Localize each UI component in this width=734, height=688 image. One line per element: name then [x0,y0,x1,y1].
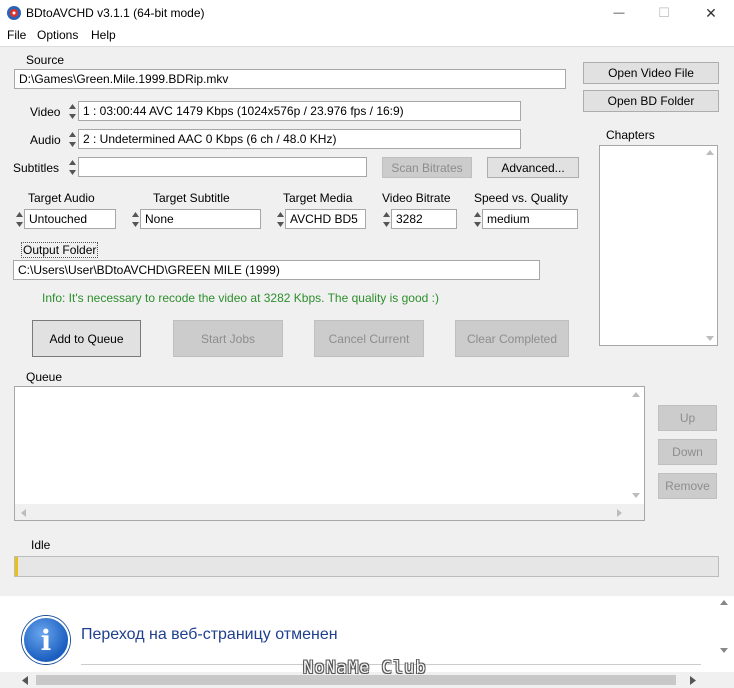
spin-up-icon [474,211,481,217]
spin-up-icon [69,159,76,165]
add-to-queue-button[interactable]: Add to Queue [32,320,141,357]
target-media-field[interactable]: AVCHD BD5 [285,209,366,229]
maximize-icon: ☐ [658,5,670,20]
menu-file[interactable]: File [7,28,26,42]
target-media-label: Target Media [283,191,353,205]
queue-remove-button[interactable]: Remove [658,473,717,499]
audio-track-spinner[interactable] [68,129,77,149]
scroll-down-icon[interactable] [706,336,714,341]
spin-down-icon [16,221,23,227]
target-subtitle-field[interactable]: None [140,209,261,229]
video-label: Video [30,105,61,119]
open-bd-folder-button[interactable]: Open BD Folder [583,90,719,112]
spin-down-icon [474,221,481,227]
video-track-spinner[interactable] [68,101,77,121]
speed-quality-field[interactable]: medium [482,209,578,229]
maximize-button[interactable]: ☐ [641,0,687,26]
app-icon [7,6,21,20]
target-audio-label: Target Audio [28,191,95,205]
chapters-label: Chapters [606,128,655,142]
video-bitrate-label: Video Bitrate [382,191,451,205]
spin-down-icon [69,169,76,175]
video-track-field[interactable]: 1 : 03:00:44 AVC 1479 Kbps (1024x576p / … [78,101,521,121]
menu-options[interactable]: Options [37,28,78,42]
spin-up-icon [69,103,76,109]
status-text: Idle [31,538,51,552]
subtitles-label: Subtitles [13,161,60,175]
output-folder-input[interactable]: C:\Users\User\BDtoAVCHD\GREEN MILE (1999… [13,260,540,280]
progress-bar [14,556,719,577]
clear-completed-button[interactable]: Clear Completed [455,320,569,357]
scan-bitrates-button[interactable]: Scan Bitrates [382,157,472,178]
scroll-down-icon[interactable] [632,493,640,498]
horizontal-scrollbar[interactable] [15,504,644,520]
target-audio-field[interactable]: Untouched [24,209,116,229]
spin-up-icon [383,211,390,217]
spin-down-icon [69,141,76,147]
scroll-left-icon[interactable] [21,509,26,517]
queue-down-button[interactable]: Down [658,439,717,465]
scroll-up-icon[interactable] [632,392,640,397]
minimize-button[interactable]: — [596,0,642,26]
audio-track-field[interactable]: 2 : Undetermined AAC 0 Kbps (6 ch / 48.0… [78,129,521,149]
spin-down-icon [383,221,390,227]
info-icon-glyph: i [40,623,52,657]
subtitles-field[interactable] [78,157,367,177]
scroll-up-icon[interactable] [720,600,728,605]
video-bitrate-field[interactable]: 3282 [391,209,457,229]
scroll-right-icon[interactable] [617,509,622,517]
scroll-left-icon[interactable] [22,676,28,685]
video-bitrate-spinner[interactable] [382,209,391,229]
speed-quality-spinner[interactable] [473,209,482,229]
webpage-notice-text: Переход на веб-страницу отменен [81,626,338,643]
queue-up-button[interactable]: Up [658,405,717,431]
spin-up-icon [132,211,139,217]
info-message: Info: It's necessary to recode the video… [42,291,439,305]
advanced-button[interactable]: Advanced... [487,157,579,178]
cancel-current-button[interactable]: Cancel Current [314,320,424,357]
close-button[interactable]: ✕ [688,0,734,26]
output-folder-label: Output Folder [21,242,99,258]
spin-down-icon [132,221,139,227]
spin-down-icon [69,113,76,119]
minimize-icon: — [613,7,625,19]
scroll-right-icon[interactable] [690,676,696,685]
start-jobs-button[interactable]: Start Jobs [173,320,283,357]
spin-up-icon [69,131,76,137]
title-bar: BDtoAVCHD v3.1.1 (64-bit mode) — ☐ ✕ [0,0,734,26]
close-icon: ✕ [705,4,717,21]
target-audio-spinner[interactable] [15,209,24,229]
target-subtitle-label: Target Subtitle [153,191,230,205]
queue-list[interactable] [14,386,645,521]
watermark: NoNaMe Club [303,658,427,678]
chapters-list[interactable] [599,145,718,346]
menu-bar: File Options Help [0,26,734,47]
spin-up-icon [277,211,284,217]
scroll-down-icon[interactable] [720,648,728,653]
info-icon: i [22,616,70,664]
window-title: BDtoAVCHD v3.1.1 (64-bit mode) [26,6,205,20]
audio-label: Audio [30,133,61,147]
target-media-spinner[interactable] [276,209,285,229]
spin-up-icon [16,211,23,217]
source-label: Source [26,53,65,67]
webpage-notice-panel: i Переход на веб-страницу отменен NoNaMe… [0,596,734,688]
subtitles-spinner[interactable] [68,157,77,177]
menu-help[interactable]: Help [91,28,116,42]
source-path-input[interactable]: D:\Games\Green.Mile.1999.BDRip.mkv [14,69,566,89]
target-subtitle-spinner[interactable] [131,209,140,229]
open-video-file-button[interactable]: Open Video File [583,62,719,84]
spin-down-icon [277,221,284,227]
queue-label: Queue [26,370,63,384]
progress-accent [15,557,18,576]
speed-quality-label: Speed vs. Quality [474,191,569,205]
scroll-up-icon[interactable] [706,150,714,155]
